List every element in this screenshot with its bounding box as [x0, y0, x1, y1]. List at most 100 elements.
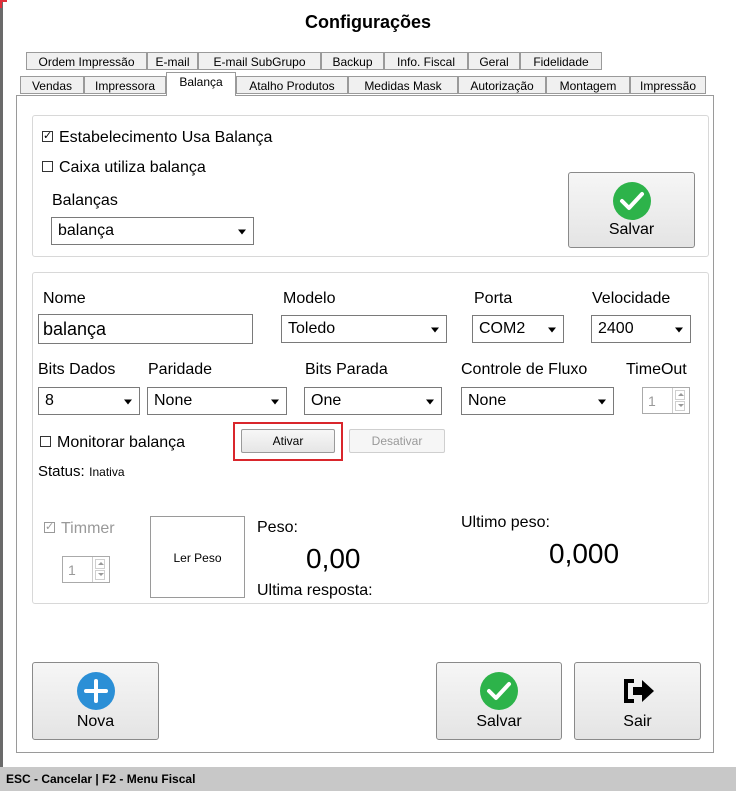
exit-button[interactable]: Sair: [574, 662, 701, 740]
save-label: Salvar: [476, 713, 522, 730]
name-input[interactable]: balança: [38, 314, 253, 344]
scales-select[interactable]: balança: [51, 217, 254, 245]
save-button[interactable]: Salvar: [436, 662, 562, 740]
window-corner-mark: [0, 0, 7, 8]
stop-bits-select[interactable]: One: [304, 387, 442, 415]
timer-label: Timmer: [61, 520, 115, 537]
read-weight-button[interactable]: Ler Peso: [150, 516, 245, 598]
last-weight-label: Ultimo peso:: [461, 514, 550, 531]
timeout-value: 1: [648, 392, 656, 409]
monitor-scale-label: Monitorar balança: [57, 434, 186, 451]
tab-backup[interactable]: Backup: [321, 52, 384, 70]
stepper-buttons[interactable]: [92, 557, 109, 582]
flow-control-select-value: None: [468, 392, 507, 409]
model-select-value: Toledo: [288, 320, 336, 337]
deactivate-button[interactable]: Desativar: [349, 429, 445, 453]
stepper-down-icon[interactable]: [675, 401, 685, 411]
model-label: Modelo: [283, 290, 336, 307]
stepper-up-icon[interactable]: [675, 390, 685, 400]
tab-info-fiscal[interactable]: Info. Fiscal: [384, 52, 468, 70]
window-title: Configurações: [304, 12, 432, 32]
stop-bits-label: Bits Parada: [305, 361, 388, 378]
speed-label: Velocidade: [592, 290, 671, 307]
timeout-label: TimeOut: [626, 361, 687, 378]
scales-label: Balanças: [52, 192, 118, 209]
monitor-scale-checkbox[interactable]: Monitorar balança: [40, 434, 185, 452]
status-bar: ESC - Cancelar | F2 - Menu Fiscal: [0, 767, 736, 791]
port-select[interactable]: COM2: [472, 315, 564, 343]
tab-medidas-mask[interactable]: Medidas Mask: [348, 76, 458, 94]
checkbox-unchecked-icon: [42, 161, 53, 173]
status-label: Status:: [38, 463, 85, 480]
chevron-down-icon: [675, 327, 683, 333]
port-select-value: COM2: [479, 320, 526, 337]
check-circle-icon: [480, 672, 518, 710]
tab-impressao[interactable]: Impressão: [630, 76, 706, 94]
save-scale-button[interactable]: Salvar: [568, 172, 695, 248]
status-value: Inativa: [89, 465, 125, 479]
chevron-down-icon: [426, 399, 434, 405]
activate-button[interactable]: Ativar: [241, 429, 335, 453]
cashier-uses-scale-label: Caixa utiliza balança: [59, 159, 206, 176]
tab-ordem-impressao[interactable]: Ordem Impressão: [26, 52, 147, 70]
stop-bits-select-value: One: [311, 392, 342, 409]
checkbox-checked-icon: [44, 522, 55, 534]
check-circle-icon: [612, 182, 651, 220]
data-bits-label: Bits Dados: [38, 361, 116, 378]
tab-atalho-produtos[interactable]: Atalho Produtos: [236, 76, 348, 94]
speed-select[interactable]: 2400: [591, 315, 691, 343]
weight-label: Peso:: [257, 519, 298, 536]
checkbox-unchecked-icon: [40, 436, 51, 448]
stepper-up-icon[interactable]: [95, 559, 105, 569]
tab-impressora[interactable]: Impressora: [84, 76, 166, 94]
uses-scale-label: Estabelecimento Usa Balança: [59, 129, 273, 146]
cashier-uses-scale-checkbox[interactable]: Caixa utiliza balança: [42, 159, 206, 177]
data-bits-select-value: 8: [45, 392, 54, 409]
parity-select[interactable]: None: [147, 387, 287, 415]
parity-label: Paridade: [148, 361, 213, 378]
flow-control-select[interactable]: None: [461, 387, 614, 415]
speed-select-value: 2400: [598, 320, 634, 337]
sign-out-icon: [623, 679, 654, 703]
timer-checkbox[interactable]: Timmer: [44, 520, 115, 538]
uses-scale-checkbox[interactable]: Estabelecimento Usa Balança: [42, 129, 272, 147]
read-weight-label: Ler Peso: [173, 551, 222, 565]
last-weight-value: 0,000: [549, 538, 620, 569]
save-scale-label: Salvar: [608, 221, 655, 238]
name-label: Nome: [43, 290, 86, 307]
chevron-down-icon: [548, 327, 556, 333]
tab-autorizacao[interactable]: Autorização: [458, 76, 546, 94]
chevron-down-icon: [238, 229, 246, 235]
chevron-down-icon: [431, 327, 439, 333]
weight-value: 0,00: [306, 543, 361, 574]
tab-email[interactable]: E-mail: [147, 52, 198, 70]
tab-geral[interactable]: Geral: [468, 52, 520, 70]
parity-select-value: None: [154, 392, 193, 409]
exit-label: Sair: [623, 713, 652, 730]
stepper-down-icon[interactable]: [95, 570, 105, 580]
last-response-label: Ultima resposta:: [257, 582, 373, 599]
plus-circle-icon: [76, 672, 115, 710]
data-bits-select[interactable]: 8: [38, 387, 140, 415]
window-left-border: [0, 0, 3, 791]
flow-control-label: Controle de Fluxo: [461, 361, 588, 378]
chevron-down-icon: [271, 399, 279, 405]
tab-email-subgrupo[interactable]: E-mail SubGrupo: [198, 52, 321, 70]
tab-vendas[interactable]: Vendas: [20, 76, 84, 94]
timer-value: 1: [68, 561, 76, 578]
status-line: Status: Inativa: [38, 463, 125, 481]
tab-fidelidade[interactable]: Fidelidade: [520, 52, 602, 70]
new-button[interactable]: Nova: [32, 662, 159, 740]
chevron-down-icon: [124, 399, 132, 405]
new-label: Nova: [76, 713, 115, 730]
timer-stepper[interactable]: 1: [62, 556, 110, 583]
tab-balanca[interactable]: Balança: [166, 72, 236, 96]
timeout-stepper[interactable]: 1: [642, 387, 690, 414]
scales-select-value: balança: [58, 222, 115, 239]
chevron-down-icon: [598, 399, 606, 405]
tab-montagem[interactable]: Montagem: [546, 76, 630, 94]
model-select[interactable]: Toledo: [281, 315, 447, 343]
stepper-buttons[interactable]: [672, 388, 689, 413]
checkbox-checked-icon: [42, 131, 53, 143]
port-label: Porta: [474, 290, 513, 307]
